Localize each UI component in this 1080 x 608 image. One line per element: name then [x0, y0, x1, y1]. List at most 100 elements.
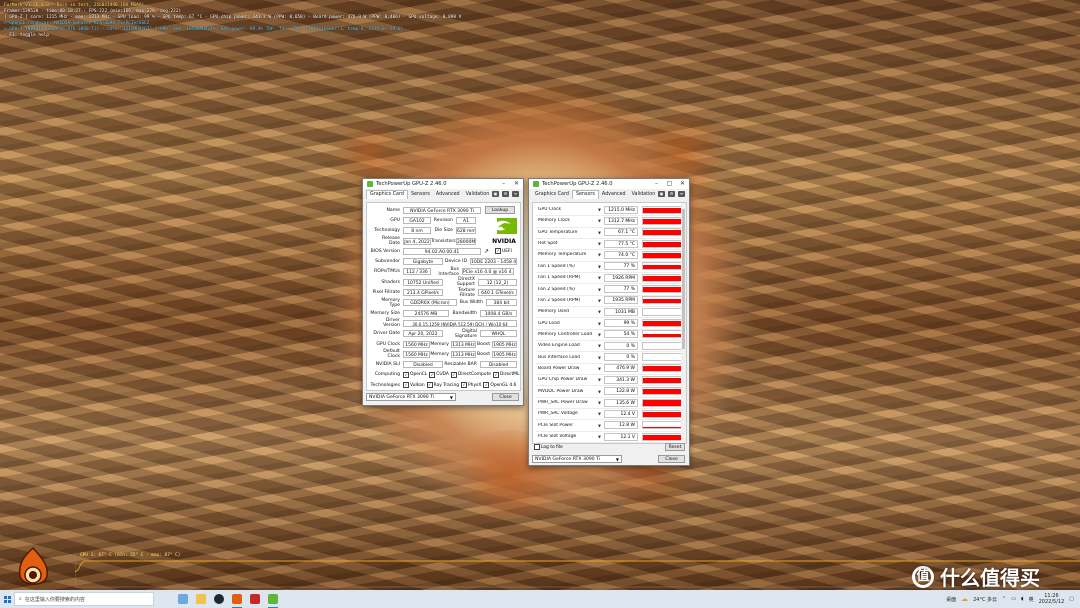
cuda-checkbox[interactable]: ✓: [429, 371, 436, 378]
sensor-name: GPU Load: [538, 320, 560, 326]
window-title: TechPowerUp GPU-Z 2.46.0: [376, 181, 447, 187]
tab-graphics-card[interactable]: Graphics Card: [366, 190, 408, 199]
uefi-checkbox[interactable]: ✓: [495, 248, 501, 255]
sensor-value: 1926 RPM: [604, 273, 638, 282]
tab-sensors[interactable]: Sensors: [408, 191, 433, 199]
gpuz-taskbar-icon: [250, 594, 260, 604]
gpu-select-value: NVIDIA GeForce RTX 3090 Ti: [369, 395, 435, 400]
clock[interactable]: 11:26 2022/5/12: [1039, 593, 1065, 605]
gear-icon[interactable]: ⚙: [668, 191, 675, 197]
transistors-label: Transistors: [431, 238, 456, 244]
sensor-graph-fill: [643, 230, 681, 236]
sensor-name: Memory Controller Load: [538, 331, 593, 337]
gear-icon[interactable]: ⚙: [502, 191, 509, 197]
notification-icon[interactable]: ▢: [1069, 596, 1074, 602]
tray-weather[interactable]: 24°C 多云: [973, 596, 997, 603]
opencl-checkbox[interactable]: ✓: [403, 371, 409, 378]
close-window-button[interactable]: ✕: [510, 179, 523, 189]
opengl-checkbox[interactable]: ✓: [483, 382, 490, 389]
camera-icon[interactable]: ▣: [492, 191, 499, 197]
rops-label: ROPs/TMUs: [374, 269, 400, 275]
transistors-value: 28000M: [456, 237, 476, 245]
taskbar-app-steam[interactable]: [210, 590, 228, 608]
volume-icon[interactable]: ◖: [1021, 596, 1024, 602]
chevron-down-icon: ▼: [449, 395, 453, 400]
taskbar-app-furmark[interactable]: [228, 590, 246, 608]
taskbar-app-gpuz[interactable]: [246, 590, 264, 608]
sensor-graph-fill: [643, 434, 681, 440]
network-icon[interactable]: ▭: [1011, 596, 1016, 602]
tab-validation[interactable]: Validation: [463, 191, 493, 199]
opengl-label: OpenGL 4.6: [490, 382, 517, 388]
sensor-name: Fan 1 Speed (%): [538, 263, 575, 269]
gpu-select[interactable]: NVIDIA GeForce RTX 3090 Ti ▼: [366, 393, 456, 401]
tab-sensors[interactable]: Sensors: [571, 190, 599, 199]
menu-icon[interactable]: ≡: [678, 191, 685, 197]
gpu-select[interactable]: NVIDIA GeForce RTX 3090 Ti ▼: [532, 455, 622, 463]
reset-button[interactable]: Reset: [665, 443, 685, 451]
defboost-label: Boost: [477, 351, 490, 357]
sensor-graph-fill: [643, 426, 681, 429]
sensor-name: GPU Clock: [538, 207, 562, 213]
maximize-button[interactable]: □: [663, 179, 676, 189]
file-explorer-icon: [178, 594, 188, 604]
monitor-icon: [268, 594, 278, 604]
sensor-graph-fill: [643, 208, 681, 213]
taskbar-search[interactable]: ⌕ 在这里输入你要搜索的内容: [14, 592, 154, 606]
taskbar: ⌕ 在这里输入你要搜索的内容 桌面 ☁ 24°C 多云 ⌃ ▭ ◖ 英 11:2…: [0, 590, 1080, 608]
physx-checkbox[interactable]: ✓: [461, 382, 468, 389]
sensor-value: 12.4 V: [604, 409, 638, 418]
taskbar-app-folder[interactable]: [192, 590, 210, 608]
close-button[interactable]: Close: [492, 393, 519, 401]
vulkan-checkbox[interactable]: ✓: [403, 382, 409, 389]
start-button[interactable]: [0, 590, 14, 608]
tab-graphics-card[interactable]: Graphics Card: [532, 191, 572, 199]
driverdate-label: Driver Date: [373, 331, 400, 337]
tab-advanced[interactable]: Advanced: [433, 191, 463, 199]
menu-icon[interactable]: ≡: [512, 191, 519, 197]
minimize-button[interactable]: –: [497, 179, 510, 189]
directcompute-checkbox[interactable]: ✓: [450, 371, 457, 378]
memsize-value: 24576 MB: [403, 309, 449, 317]
defmemory-value: 1313 MHz: [451, 350, 476, 358]
camera-icon[interactable]: ▣: [658, 191, 665, 197]
tab-validation[interactable]: Validation: [629, 191, 659, 199]
driverver-label: Driver Version: [383, 318, 400, 329]
directml-checkbox[interactable]: ✓: [493, 371, 500, 378]
sensor-value: 77 %: [604, 285, 638, 294]
sensor-graph-fill: [643, 253, 681, 258]
sensor-name: Memory Used: [538, 309, 569, 315]
name-value: NVIDIA GeForce RTX 3090 Ti: [403, 206, 481, 214]
sensor-graph-fill: [643, 218, 681, 224]
lookup-button[interactable]: Lookup: [485, 206, 515, 215]
scrollbar-thumb[interactable]: [682, 209, 685, 349]
sensor-value: 341.3 W: [604, 375, 638, 384]
close-button[interactable]: Close: [658, 455, 685, 463]
log-to-file-checkbox[interactable]: [534, 444, 540, 450]
sensor-value: 1215.0 MHz: [604, 205, 638, 214]
tray-desktop[interactable]: 桌面: [946, 596, 956, 603]
system-tray: 桌面 ☁ 24°C 多云 ⌃ ▭ ◖ 英 11:26 2022/5/12 ▢: [946, 590, 1074, 608]
window-title: TechPowerUp GPU-Z 2.46.0: [542, 181, 613, 187]
tray-lang[interactable]: 英: [1029, 596, 1034, 603]
sensor-value: 77 %: [604, 262, 638, 271]
memsize-label: Memory Size: [370, 310, 400, 316]
sensor-row: GPU Temperature ▼ 67.1 °C: [536, 227, 686, 239]
sensor-graph-fill: [643, 287, 681, 293]
defclock-value: 1560 MHz: [403, 350, 430, 358]
close-window-button[interactable]: ✕: [676, 179, 689, 189]
shaders-label: Shaders: [381, 279, 400, 285]
sensor-graph: [642, 432, 682, 441]
sensor-scrollbar[interactable]: [681, 203, 686, 443]
raytracing-checkbox[interactable]: ✓: [426, 382, 433, 389]
sli-value: Disabled: [403, 361, 443, 369]
minimize-button[interactable]: –: [650, 179, 663, 189]
sensor-name: Video Engine Load: [538, 343, 580, 349]
taskbar-app-monitor[interactable]: [264, 590, 282, 608]
tab-advanced[interactable]: Advanced: [599, 191, 629, 199]
bios-value: 94.02.A0.00.41: [403, 247, 481, 255]
sensor-graph: [642, 296, 682, 305]
tray-chevron-up-icon[interactable]: ⌃: [1002, 596, 1006, 602]
taskbar-app-files[interactable]: [174, 590, 192, 608]
share-icon[interactable]: ↗: [484, 248, 492, 255]
